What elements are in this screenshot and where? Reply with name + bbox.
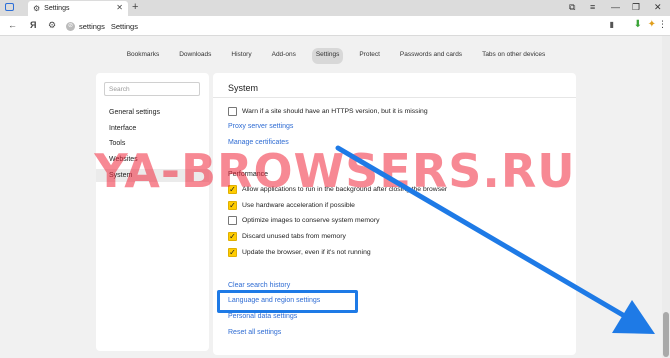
annotation-arrow bbox=[335, 145, 655, 334]
